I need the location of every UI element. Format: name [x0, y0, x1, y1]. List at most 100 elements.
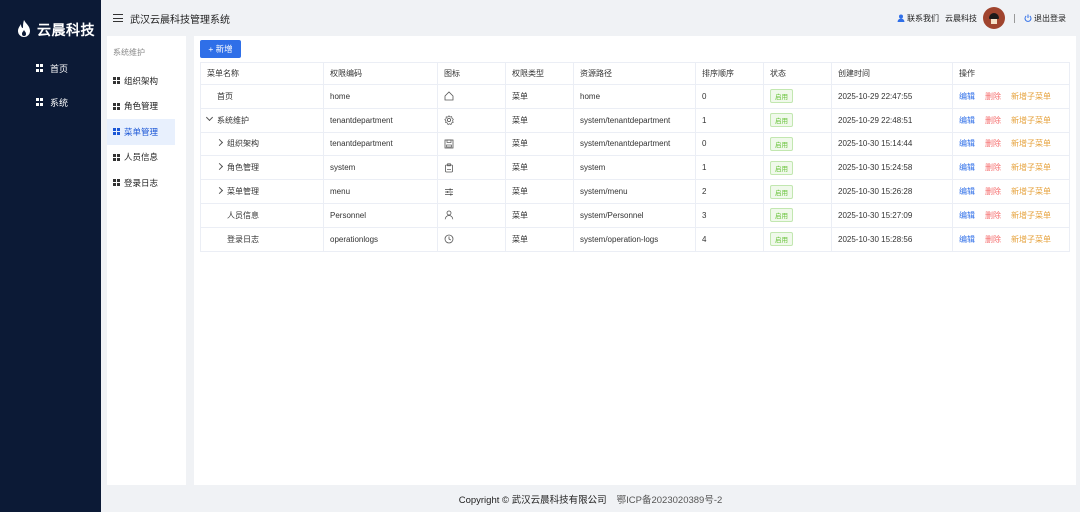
column-header: 创建时间 — [831, 62, 953, 85]
cell-order: 1 — [695, 107, 764, 133]
status-badge: 启用 — [770, 184, 793, 199]
sidebar-item-system[interactable]: 系统 — [0, 85, 101, 119]
sidebar-item-home[interactable]: 首页 — [0, 51, 101, 85]
edit-button[interactable]: 编辑 — [959, 116, 975, 125]
edit-button[interactable]: 编辑 — [959, 92, 975, 101]
table-row[interactable]: 登录日志 operationlogs 菜单 system/operation-logs… — [200, 226, 1070, 252]
cell-order: 2 — [695, 179, 764, 204]
delete-button[interactable]: 删除 — [985, 235, 1001, 244]
cell-path: system/menu — [573, 179, 696, 204]
delete-button[interactable]: 删除 — [985, 139, 1001, 148]
home-icon — [444, 91, 454, 101]
contact-label: 联系我们 — [907, 13, 939, 23]
cell-path: system/tenantdepartment — [573, 131, 696, 157]
cell-name: 人员信息 — [200, 202, 324, 228]
cell-type: 菜单 — [505, 155, 574, 181]
chevron-down-icon[interactable] — [205, 113, 214, 121]
grid-icon — [113, 77, 120, 85]
chevron-right-icon[interactable] — [215, 187, 224, 195]
cell-created: 2025-10-30 15:26:28 — [831, 179, 953, 204]
flame-icon — [17, 20, 31, 40]
add-child-button[interactable]: 新增子菜单 — [1011, 235, 1051, 244]
add-child-button[interactable]: 新增子菜单 — [1011, 92, 1051, 101]
status-badge: 启用 — [770, 232, 793, 247]
grid-icon — [36, 64, 44, 72]
cell-name: 组织架构 — [200, 131, 324, 157]
grid-icon — [113, 128, 120, 136]
grid-icon — [113, 153, 120, 161]
edit-button[interactable]: 编辑 — [959, 235, 975, 244]
edit-button[interactable]: 编辑 — [959, 187, 975, 196]
chevron-right-icon[interactable] — [215, 139, 224, 147]
cell-order: 4 — [695, 226, 764, 252]
table-row[interactable]: 角色管理 system 菜单 system 1 启用 2025-10-30 15:24:58… — [200, 155, 1070, 181]
cell-path: system/operation-logs — [573, 226, 696, 252]
add-child-button[interactable]: 新增子菜单 — [1011, 163, 1051, 172]
sidebar-item-label: 首页 — [50, 63, 69, 74]
cell-actions: 编辑 删除 新增子菜单 — [952, 202, 1070, 228]
table-row[interactable]: 组织架构 tenantdepartment 菜单 system/tenantdepar… — [200, 131, 1070, 157]
cell-code: tenantdepartment — [323, 107, 438, 133]
add-child-button[interactable]: 新增子菜单 — [1011, 187, 1051, 196]
cell-order: 0 — [695, 131, 764, 157]
edit-button[interactable]: 编辑 — [959, 163, 975, 172]
add-button[interactable]: + 新增 — [200, 40, 241, 58]
status-badge: 启用 — [770, 160, 793, 175]
add-child-button[interactable]: 新增子菜单 — [1011, 211, 1051, 220]
logout-button[interactable]: 退出登录 — [1024, 13, 1066, 24]
contact-link[interactable]: 联系我们 — [897, 13, 939, 24]
add-child-button[interactable]: 新增子菜单 — [1011, 116, 1051, 125]
submenu-item-label: 人员信息 — [124, 152, 159, 163]
page-title: 武汉云晨科技管理系统 — [130, 14, 230, 26]
icp-link[interactable]: 鄂ICP备2023020389号-2 — [617, 492, 723, 506]
submenu-item-personnel[interactable]: 人员信息 — [107, 145, 186, 171]
cell-code: system — [323, 155, 438, 181]
delete-button[interactable]: 删除 — [985, 92, 1001, 101]
cell-icon — [437, 155, 506, 181]
delete-button[interactable]: 删除 — [985, 116, 1001, 125]
cell-created: 2025-10-29 22:48:51 — [831, 107, 953, 133]
avatar[interactable] — [983, 7, 1005, 29]
submenu-item-roles[interactable]: 角色管理 — [107, 94, 186, 120]
cell-type: 菜单 — [505, 202, 574, 228]
cell-type: 菜单 — [505, 84, 574, 109]
cell-code: tenantdepartment — [323, 131, 438, 157]
edit-button[interactable]: 编辑 — [959, 139, 975, 148]
submenu-item-menu[interactable]: 菜单管理 — [107, 119, 175, 145]
table-row[interactable]: 首页 home 菜单 home 0 启用 2025-10-29 22:47:55 编辑 删除 新增… — [200, 84, 1070, 109]
cell-actions: 编辑 删除 新增子菜单 — [952, 84, 1070, 109]
submenu-panel: 系统维护 组织架构 角色管理 菜单管理 人员信息 登录日志 — [107, 36, 186, 485]
brand-name: 云晨科技 — [37, 22, 95, 38]
save-icon — [444, 139, 454, 149]
submenu-item-label: 菜单管理 — [124, 126, 159, 137]
cell-actions: 编辑 删除 新增子菜单 — [952, 226, 1070, 252]
cell-created: 2025-10-30 15:28:56 — [831, 226, 953, 252]
cell-code: menu — [323, 179, 438, 204]
submenu-item-logs[interactable]: 登录日志 — [107, 170, 186, 196]
cell-status: 启用 — [763, 84, 832, 109]
divider — [1014, 13, 1015, 23]
table-header-row: 菜单名称 权限编码 图标 权限类型 资源路径 排序顺序 状态 创建时间 操作 — [200, 62, 1070, 85]
delete-button[interactable]: 删除 — [985, 211, 1001, 220]
add-child-button[interactable]: 新增子菜单 — [1011, 139, 1051, 148]
cell-name: 菜单管理 — [200, 179, 324, 204]
edit-button[interactable]: 编辑 — [959, 211, 975, 220]
cell-icon — [437, 226, 506, 252]
clock-icon — [444, 234, 454, 244]
copyright-text: Copyright © 武汉云晨科技有限公司 — [458, 494, 607, 506]
table-row[interactable]: 系统维护 tenantdepartment 菜单 system/tenantdepar… — [200, 107, 1070, 133]
top-header: 武汉云晨科技管理系统 联系我们 云晨科技 退出登录 — [101, 0, 1080, 36]
cell-order: 0 — [695, 84, 764, 109]
cell-status: 启用 — [763, 226, 832, 252]
chevron-right-icon[interactable] — [215, 163, 224, 171]
table-row[interactable]: 菜单管理 menu 菜单 system/menu 2 启用 2025-10-30 15:26… — [200, 179, 1070, 204]
cell-status: 启用 — [763, 202, 832, 228]
submenu-item-org[interactable]: 组织架构 — [107, 68, 186, 94]
power-icon — [1024, 14, 1032, 22]
delete-button[interactable]: 删除 — [985, 163, 1001, 172]
menu-toggle-icon[interactable] — [113, 14, 123, 22]
delete-button[interactable]: 删除 — [985, 187, 1001, 196]
table-row[interactable]: 人员信息 Personnel 菜单 system/Personnel 3 启用 2025-1… — [200, 202, 1070, 228]
cell-type: 菜单 — [505, 226, 574, 252]
cell-order: 3 — [695, 202, 764, 228]
